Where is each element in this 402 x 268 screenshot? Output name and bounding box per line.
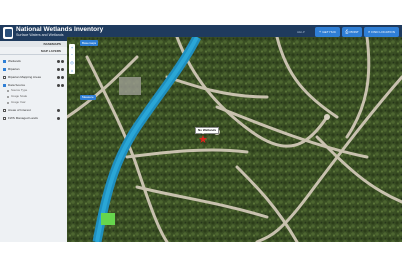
info-icon[interactable] — [57, 108, 60, 112]
radio-button[interactable] — [7, 101, 9, 104]
sublayer-label: Source Type — [11, 88, 28, 92]
measure-button-label: Measure — [82, 95, 94, 99]
zoom-in-icon[interactable]: + — [69, 44, 75, 50]
info-icon[interactable] — [57, 116, 60, 120]
app-subtitle: Surface Waters and Wetlands — [16, 33, 64, 37]
map-layers-label: MAP LAYERS — [41, 49, 61, 53]
layer-label: FWS Managed Lands — [8, 116, 38, 120]
wetlands-checkbox[interactable] — [3, 59, 6, 63]
info-icon[interactable] — [57, 67, 60, 71]
sublayer-source-type[interactable]: Source Type — [7, 88, 61, 93]
get-huc-button[interactable]: + GET HUC — [315, 27, 340, 37]
layer-label: Areas of Interest — [8, 108, 31, 112]
map-zoom-toolbar: + − ◎ ⌂ — [69, 44, 75, 74]
locate-icon[interactable]: ◎ — [69, 59, 75, 65]
sublayer-image-scale[interactable]: Image Scale — [7, 94, 61, 99]
sublayer-image-year[interactable]: Image Year — [7, 100, 61, 105]
layer-areas-of-interest[interactable]: Areas of Interest — [3, 107, 65, 113]
layer-riparian-mapping-areas[interactable]: Riparian Mapping Areas — [3, 74, 65, 80]
data-source-checkbox[interactable] — [3, 83, 6, 87]
printer-icon: ⎙ — [345, 29, 349, 34]
popup-tail — [201, 132, 205, 134]
basemap-toggle-button[interactable]: Basemaps — [80, 40, 99, 46]
zoom-to-icon[interactable] — [61, 59, 64, 63]
fws-managed-lands-checkbox[interactable] — [3, 116, 6, 120]
layer-wetlands[interactable]: Wetlands — [3, 58, 65, 64]
home-icon[interactable]: ⌂ — [69, 67, 75, 73]
map-view[interactable] — [67, 37, 402, 242]
plus-icon: + — [318, 29, 322, 34]
layer-label: Wetlands — [8, 59, 21, 63]
page-footer-space — [0, 242, 402, 268]
layers-panel: BASEMAPS MAP LAYERS Wetlands Riparian Ri… — [0, 41, 68, 242]
location-marker-icon[interactable] — [199, 135, 207, 143]
aerial-imagery — [67, 37, 402, 242]
info-icon[interactable] — [57, 75, 60, 79]
layer-fws-managed-lands[interactable]: FWS Managed Lands — [3, 115, 65, 121]
zoom-to-icon[interactable] — [61, 83, 64, 87]
zoom-to-icon[interactable] — [61, 75, 64, 79]
sublayer-label: Image Scale — [11, 94, 28, 98]
app-title: National Wetlands Inventory — [16, 26, 104, 33]
layer-label: Riparian Mapping Areas — [8, 75, 42, 79]
info-icon[interactable] — [57, 83, 60, 87]
find-location-button[interactable]: ⌕ FIND LOCATION — [364, 27, 399, 37]
get-huc-label: GET HUC — [322, 30, 337, 34]
layer-riparian[interactable]: Riparian — [3, 66, 65, 72]
print-button[interactable]: ⎙ PRINT — [342, 27, 362, 37]
marker-popup: No Wetlands — [195, 127, 220, 134]
help-link[interactable]: HELP — [297, 30, 305, 35]
measure-button[interactable]: Measure — [80, 95, 96, 100]
basemaps-header[interactable]: BASEMAPS — [0, 41, 67, 47]
zoom-out-icon[interactable]: − — [69, 51, 75, 57]
areas-of-interest-checkbox[interactable] — [3, 108, 6, 112]
layer-label: Riparian — [8, 67, 20, 71]
sublayer-label: Image Year — [11, 100, 26, 104]
print-label: PRINT — [349, 30, 359, 34]
cul-de-sac — [324, 114, 330, 120]
building-cluster — [119, 77, 141, 95]
zoom-to-icon[interactable] — [61, 67, 64, 71]
basemap-button-label: Basemaps — [82, 41, 97, 45]
riparian-checkbox[interactable] — [3, 67, 6, 71]
search-icon: ⌕ — [368, 29, 371, 34]
info-icon[interactable] — [57, 59, 60, 63]
radio-button[interactable] — [7, 89, 9, 92]
wetland-polygon — [101, 213, 115, 225]
map-layers-header[interactable]: MAP LAYERS — [0, 48, 67, 55]
basemaps-label: BASEMAPS — [43, 42, 61, 46]
radio-button[interactable] — [7, 95, 9, 98]
riparian-mapping-checkbox[interactable] — [3, 75, 6, 79]
find-location-label: FIND LOCATION — [371, 30, 395, 34]
usfws-logo — [3, 27, 13, 39]
